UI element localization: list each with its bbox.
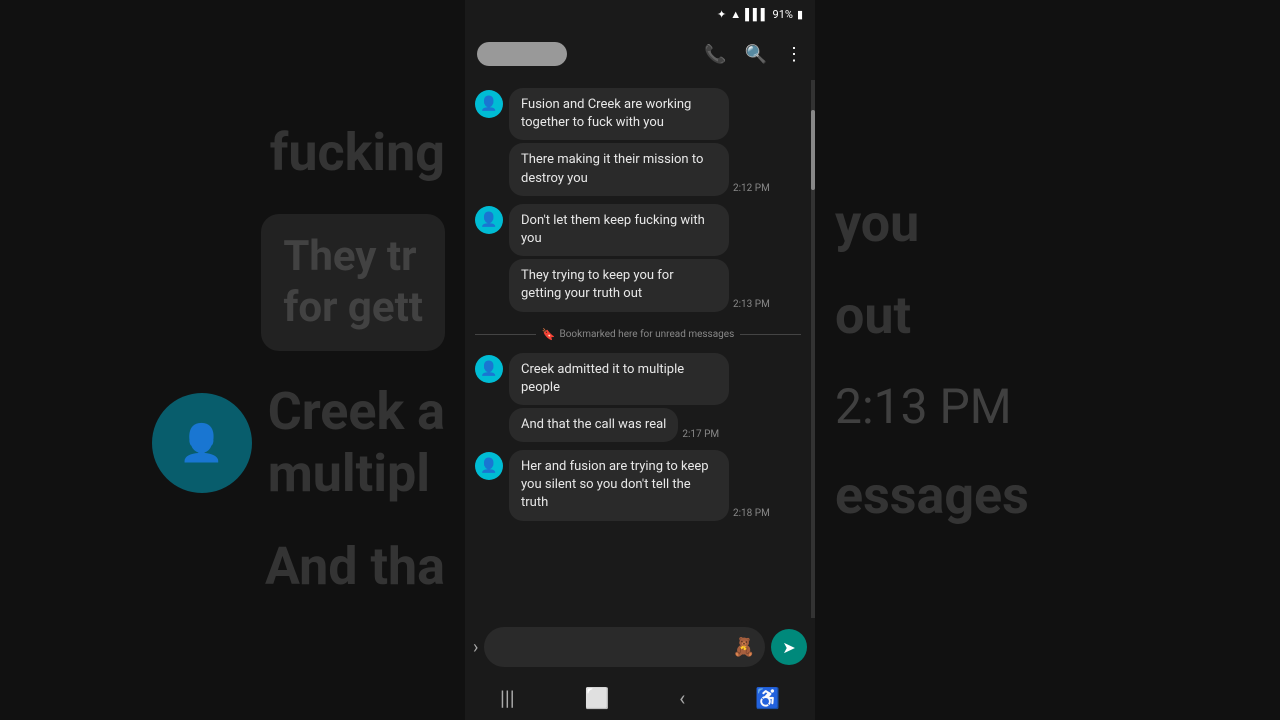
- message-row-4-1: 👤 Her and fusion are trying to keep you …: [475, 450, 801, 521]
- message-input-field[interactable]: 🧸: [484, 627, 765, 667]
- signal-icon: ▌▌▌: [745, 8, 768, 21]
- nav-bar: ||| ⬜ ‹ ♿: [465, 676, 815, 720]
- scrollbar-thumb[interactable]: [811, 110, 815, 190]
- avatar-2: 👤: [475, 206, 503, 234]
- message-group-2: 👤 Don't let them keep fucking with you T…: [475, 204, 801, 312]
- time-1-2: 2:12 PM: [733, 183, 770, 194]
- more-options-icon[interactable]: ⋮: [785, 44, 803, 65]
- message-group-3: 👤 Creek admitted it to multiple people A…: [475, 353, 801, 443]
- bookmark-label: 🔖 Bookmarked here for unread messages: [542, 328, 734, 341]
- message-row-2-2: They trying to keep you for getting your…: [475, 259, 801, 311]
- bg-text-right-2: out: [835, 285, 911, 347]
- expand-icon[interactable]: ›: [473, 637, 478, 658]
- menu-nav-icon[interactable]: |||: [500, 686, 515, 710]
- phone-frame: ✦ ▲ ▌▌▌ 91% ▮ 📞 🔍 ⋮: [465, 0, 815, 720]
- wifi-icon: ▲: [730, 8, 741, 21]
- bubble-time-group-4-1: Her and fusion are trying to keep you si…: [509, 450, 770, 521]
- bubble-time-group-2-2: They trying to keep you for getting your…: [509, 259, 770, 311]
- avatar-person-icon-1: 👤: [480, 96, 497, 112]
- search-icon[interactable]: 🔍: [745, 44, 767, 65]
- bookmark-line-right: [740, 334, 801, 335]
- bubble-2-2: They trying to keep you for getting your…: [509, 259, 729, 311]
- bg-right-panel: you out 2:13 PM essages: [815, 0, 1280, 720]
- message-group-1: 👤 Fusion and Creek are working together …: [475, 88, 801, 196]
- avatar-1: 👤: [475, 90, 503, 118]
- send-icon: ➤: [782, 638, 795, 657]
- avatar-person-icon-4: 👤: [480, 458, 497, 474]
- app-header: 📞 🔍 ⋮: [465, 28, 815, 80]
- sticker-icon[interactable]: 🧸: [733, 637, 755, 658]
- bg-time-1: 2:13 PM: [835, 378, 1012, 435]
- back-nav-icon[interactable]: ‹: [679, 686, 685, 710]
- message-row-3-1: 👤 Creek admitted it to multiple people: [475, 353, 801, 405]
- bubble-1-2: There making it their mission to destroy…: [509, 143, 729, 195]
- bubble-time-group-3-2: And that the call was real 2:17 PM: [509, 408, 719, 442]
- home-nav-icon[interactable]: ⬜: [584, 686, 609, 710]
- avatar-4: 👤: [475, 452, 503, 480]
- battery-text: 91%: [773, 8, 793, 21]
- bg-bubble-text-1: They trfor gett: [283, 232, 423, 333]
- bg-avatar-circle: 👤: [152, 393, 252, 493]
- bluetooth-icon: ✦: [717, 8, 726, 21]
- input-area: › 🧸 ➤: [465, 618, 815, 676]
- chat-outer: 👤 Fusion and Creek are working together …: [465, 80, 815, 618]
- bg-bubble-left-1: They trfor gett: [261, 214, 445, 351]
- time-4-1: 2:18 PM: [733, 508, 770, 519]
- bg-text-right-3: essages: [835, 465, 1029, 527]
- bg-text-right-1: you: [835, 193, 919, 255]
- battery-icon: ▮: [797, 8, 803, 21]
- avatar-person-icon-2: 👤: [480, 212, 497, 228]
- bg-left-panel: fucking They trfor gett 👤 Creek amultipl…: [0, 0, 465, 720]
- bubble-4-1: Her and fusion are trying to keep you si…: [509, 450, 729, 521]
- status-icons: ✦ ▲ ▌▌▌ 91% ▮: [717, 8, 803, 21]
- contact-name-pill: [477, 42, 567, 66]
- time-3-2: 2:17 PM: [682, 429, 719, 440]
- header-icons: 📞 🔍 ⋮: [704, 44, 803, 65]
- message-group-4: 👤 Her and fusion are trying to keep you …: [475, 450, 801, 521]
- message-row-2-1: 👤 Don't let them keep fucking with you: [475, 204, 801, 256]
- bubble-3-1: Creek admitted it to multiple people: [509, 353, 729, 405]
- bookmark-line-left: [475, 334, 536, 335]
- bookmark-separator: 🔖 Bookmarked here for unread messages: [475, 328, 801, 341]
- chat-area: 👤 Fusion and Creek are working together …: [465, 80, 811, 618]
- avatar-3: 👤: [475, 355, 503, 383]
- accessibility-nav-icon[interactable]: ♿: [755, 686, 780, 710]
- send-button[interactable]: ➤: [771, 629, 807, 665]
- bg-text-1: fucking: [270, 122, 445, 184]
- bubble-3-2: And that the call was real: [509, 408, 678, 442]
- bookmark-icon: 🔖: [542, 328, 556, 341]
- bg-text-3: And tha: [265, 536, 445, 598]
- bubble-2-1: Don't let them keep fucking with you: [509, 204, 729, 256]
- bubble-time-group-1-2: There making it their mission to destroy…: [509, 143, 770, 195]
- scrollbar-track: [811, 80, 815, 618]
- message-row-3-2: And that the call was real 2:17 PM: [475, 408, 801, 442]
- message-row-1-1: 👤 Fusion and Creek are working together …: [475, 88, 801, 140]
- time-2-2: 2:13 PM: [733, 299, 770, 310]
- phone-call-icon[interactable]: 📞: [704, 44, 726, 65]
- message-row-1-2: There making it their mission to destroy…: [475, 143, 801, 195]
- avatar-person-icon-3: 👤: [480, 361, 497, 377]
- status-bar: ✦ ▲ ▌▌▌ 91% ▮: [465, 0, 815, 28]
- bg-text-2: Creek amultipl: [268, 381, 445, 506]
- bubble-1-1: Fusion and Creek are working together to…: [509, 88, 729, 140]
- screen-container: fucking They trfor gett 👤 Creek amultipl…: [0, 0, 1280, 720]
